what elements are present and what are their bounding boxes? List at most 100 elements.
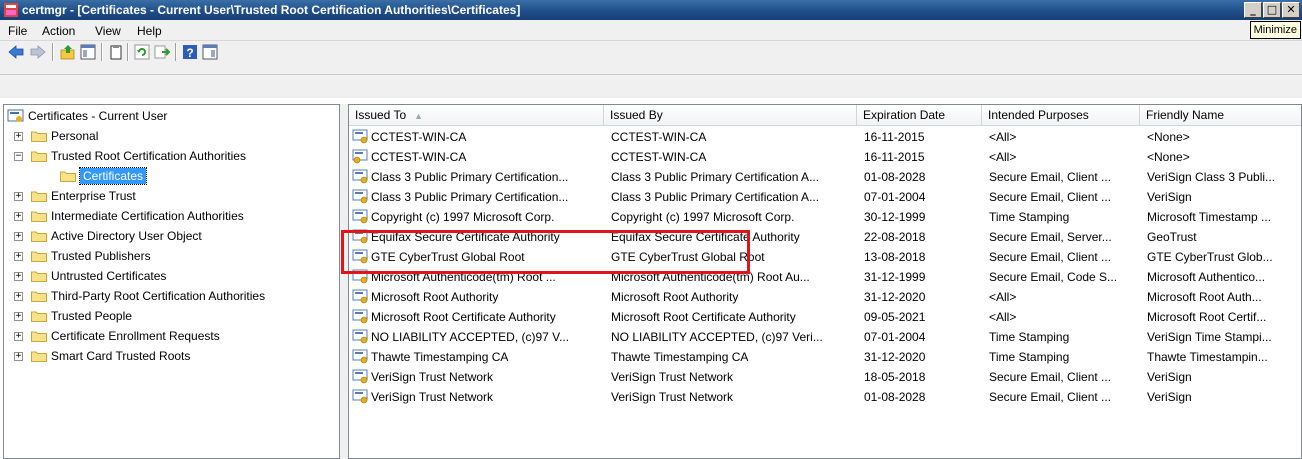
help-icon[interactable]: ? <box>182 44 198 60</box>
certificate-list[interactable]: Issued To ▲ Issued By Expiration Date Int… <box>348 104 1302 459</box>
forward-arrow-icon[interactable] <box>30 44 46 60</box>
expand-icon[interactable]: + <box>14 212 23 221</box>
expand-icon[interactable]: + <box>14 312 23 321</box>
tree-item[interactable]: + Third-Party Root Certification Authorit… <box>4 287 334 307</box>
table-row[interactable]: VeriSign Trust Network VeriSign Trust Net… <box>349 387 1301 407</box>
cell-friendly-name: VeriSign Class 3 Publi... <box>1147 170 1276 184</box>
cell-friendly-name: <None> <box>1147 150 1190 164</box>
tree-item[interactable]: + Untrusted Certificates <box>4 267 334 287</box>
cell-expiration-date: 07-01-2004 <box>864 330 926 344</box>
column-header-expiration-date[interactable]: Expiration Date <box>857 105 982 126</box>
tree-item-label: Untrusted Certificates <box>51 269 167 283</box>
tree-item-label: Intermediate Certification Authorities <box>51 209 244 223</box>
table-row[interactable]: GTE CyberTrust Global Root GTE CyberTrust… <box>349 247 1301 267</box>
properties-icon[interactable] <box>202 44 218 60</box>
cell-intended-purposes: <All> <box>989 150 1017 164</box>
cell-issued-by: Microsoft Root Authority <box>611 290 739 304</box>
cell-issued-by: VeriSign Trust Network <box>611 390 734 404</box>
cell-intended-purposes: Secure Email, Client ... <box>989 370 1112 384</box>
export-list-icon[interactable] <box>154 44 170 60</box>
menu-help[interactable]: Help <box>137 24 162 38</box>
cell-issued-by: CCTEST-WIN-CA <box>611 150 707 164</box>
pane-splitter[interactable] <box>340 104 348 459</box>
tree-item-label: Enterprise Trust <box>51 189 136 203</box>
cell-issued-by: GTE CyberTrust Global Root <box>611 250 765 264</box>
column-header-friendly-name[interactable]: Friendly Name <box>1140 105 1301 126</box>
tree-item[interactable]: + Trusted People <box>4 307 334 327</box>
tree-item[interactable]: + Certificate Enrollment Requests <box>4 327 334 347</box>
table-row[interactable]: Class 3 Public Primary Certification... C… <box>349 187 1301 207</box>
column-header-issued-by[interactable]: Issued By <box>604 105 857 126</box>
table-row[interactable]: CCTEST-WIN-CA CCTEST-WIN-CA 16-11-2015 <All… <box>349 127 1301 147</box>
table-row[interactable]: Microsoft Authenticode(tm) Root ... Micro… <box>349 267 1301 287</box>
clipboard-icon[interactable] <box>108 44 124 60</box>
table-row[interactable]: Microsoft Root Authority Microsoft Root A… <box>349 287 1301 307</box>
tree-item[interactable]: + Intermediate Certification Authorities <box>4 207 334 227</box>
certificate-icon <box>352 289 368 304</box>
expand-icon[interactable]: + <box>14 132 23 141</box>
cell-issued-by: Thawte Timestamping CA <box>611 350 749 364</box>
expand-icon[interactable]: + <box>14 352 23 361</box>
cell-expiration-date: 09-05-2021 <box>864 310 926 324</box>
table-row[interactable]: CCTEST-WIN-CA CCTEST-WIN-CA 16-11-2015 <All… <box>349 147 1301 167</box>
cell-issued-by: Microsoft Authenticode(tm) Root Au... <box>611 270 810 284</box>
column-header-issued-to[interactable]: Issued To ▲ <box>349 105 604 126</box>
certificate-icon <box>352 269 368 284</box>
cell-issued-to: NO LIABILITY ACCEPTED, (c)97 V... <box>371 330 570 344</box>
close-button[interactable]: ✕ <box>1282 2 1300 18</box>
minimize-button[interactable]: _ <box>1244 2 1262 18</box>
menu-file[interactable]: File <box>8 24 27 38</box>
expand-icon[interactable]: + <box>14 252 23 261</box>
certificate-icon <box>352 209 368 224</box>
table-row[interactable]: Copyright (c) 1997 Microsoft Corp. Copyri… <box>349 207 1301 227</box>
cell-issued-to: Class 3 Public Primary Certification... <box>371 170 569 184</box>
expand-icon[interactable]: + <box>14 232 23 241</box>
cell-friendly-name: GeoTrust <box>1147 230 1197 244</box>
toolbar-bottom-strip <box>0 74 1302 98</box>
folder-icon <box>60 171 76 182</box>
folder-icon <box>31 151 47 162</box>
tree-item[interactable]: − Trusted Root Certification Authorities <box>4 147 334 167</box>
up-folder-icon[interactable] <box>60 44 76 60</box>
collapse-icon[interactable]: − <box>14 152 23 161</box>
cell-issued-by: Copyright (c) 1997 Microsoft Corp. <box>611 210 795 224</box>
tree-root[interactable]: Certificates - Current User <box>7 107 327 127</box>
table-row[interactable]: Equifax Secure Certificate Authority Equi… <box>349 227 1301 247</box>
expand-icon[interactable]: + <box>14 292 23 301</box>
table-row[interactable]: Microsoft Root Certificate Authority Micr… <box>349 307 1301 327</box>
certificate-icon <box>352 389 368 404</box>
table-row[interactable]: Class 3 Public Primary Certification... C… <box>349 167 1301 187</box>
tree-item[interactable]: Certificates <box>4 167 334 187</box>
cell-issued-to: VeriSign Trust Network <box>371 390 494 404</box>
tree-item[interactable]: + Personal <box>4 127 334 147</box>
cell-expiration-date: 13-08-2018 <box>864 250 926 264</box>
cell-issued-by: Class 3 Public Primary Certification A..… <box>611 190 820 204</box>
expand-icon[interactable]: + <box>14 192 23 201</box>
menu-view[interactable]: View <box>95 24 121 38</box>
refresh-icon[interactable] <box>134 44 150 60</box>
cell-issued-to: Copyright (c) 1997 Microsoft Corp. <box>371 210 555 224</box>
title-bar[interactable]: certmgr - [Certificates - Current User\T… <box>0 0 1302 20</box>
menu-action[interactable]: Action <box>42 24 75 38</box>
column-header-intended-purposes[interactable]: Intended Purposes <box>982 105 1140 126</box>
expand-icon[interactable]: + <box>14 332 23 341</box>
tree-item-label: Smart Card Trusted Roots <box>51 349 191 363</box>
cell-issued-to: Thawte Timestamping CA <box>371 350 509 364</box>
maximize-button[interactable]: □ <box>1263 2 1281 18</box>
tree-item[interactable]: + Active Directory User Object <box>4 227 334 247</box>
tree-item[interactable]: + Smart Card Trusted Roots <box>4 347 334 367</box>
table-row[interactable]: VeriSign Trust Network VeriSign Trust Net… <box>349 367 1301 387</box>
certificate-icon <box>352 129 368 144</box>
cell-issued-to: Microsoft Authenticode(tm) Root ... <box>371 270 556 284</box>
table-row[interactable]: Thawte Timestamping CA Thawte Timestampin… <box>349 347 1301 367</box>
console-tree[interactable]: Certificates - Current User + Personal − Tr… <box>3 104 340 459</box>
cell-expiration-date: 16-11-2015 <box>864 130 925 144</box>
expand-icon[interactable]: + <box>14 272 23 281</box>
back-arrow-icon[interactable] <box>8 44 24 60</box>
sort-ascending-icon: ▲ <box>414 111 424 121</box>
tree-item[interactable]: + Trusted Publishers <box>4 247 334 267</box>
tree-item[interactable]: + Enterprise Trust <box>4 187 334 207</box>
table-row[interactable]: NO LIABILITY ACCEPTED, (c)97 V... NO LIAB… <box>349 327 1301 347</box>
show-hide-tree-icon[interactable] <box>80 44 96 60</box>
cell-issued-by: Class 3 Public Primary Certification A..… <box>611 170 820 184</box>
